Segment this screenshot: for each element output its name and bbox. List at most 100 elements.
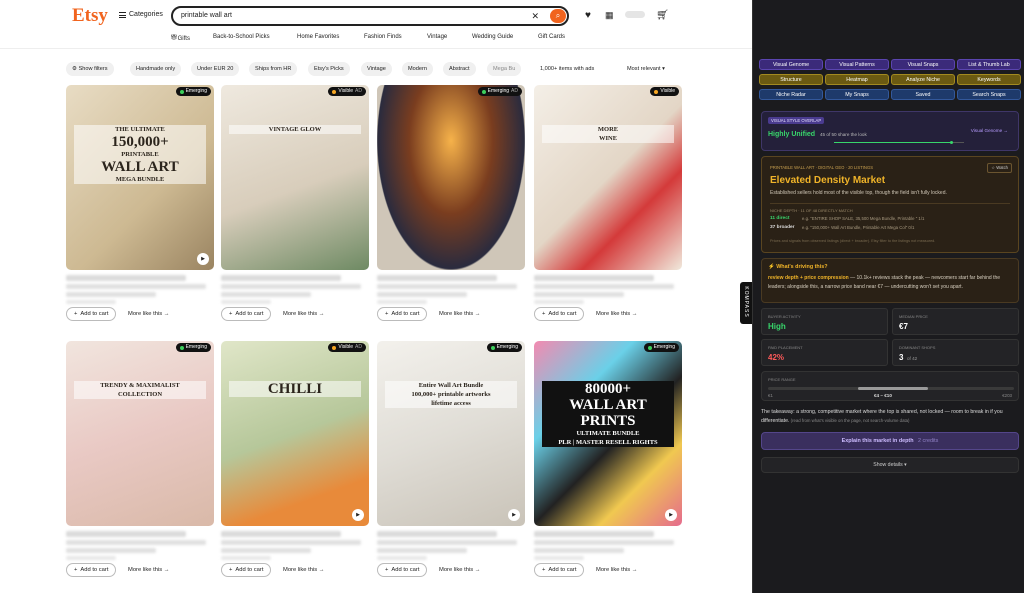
tool-button-row: Visual Genome Visual Patterns Visual Snaps… (759, 59, 1021, 70)
listing-card[interactable]: 80000+ WALL ART PRINTS ULTIMATE BUNDLE PLR |… (534, 341, 682, 577)
listing-thumbnail[interactable]: MORE WINE Visible (534, 85, 682, 270)
tool-button-visual-snaps[interactable]: Visual Snaps (891, 59, 955, 70)
search-input[interactable]: printable wall art (181, 12, 232, 19)
more-like-this-link[interactable]: More like this → (439, 563, 481, 577)
nav-item-gift-cards[interactable]: Gift Cards (538, 34, 565, 40)
more-like-this-link[interactable]: More like this → (596, 307, 638, 321)
add-to-cart-button[interactable]: + Add to cart (66, 307, 117, 321)
tool-button-analyze-niche[interactable]: Analyze Niche (891, 74, 955, 85)
listing-card[interactable]: MORE WINE Visible + Add to cart More like thi… (534, 85, 682, 321)
nav-item-gifts[interactable]: 🎁︎ Gifts (170, 34, 190, 42)
niche-depth-label: NICHE DEPTH · 11 OF 48 DIRECTLY MATCH (770, 208, 853, 213)
listing-card[interactable]: THE ULTIMATE 150,000+ PRINTABLE WALL ART MEG… (66, 85, 214, 321)
more-like-this-link[interactable]: More like this → (283, 563, 325, 577)
listing-card[interactable]: VINTAGE GLOW Visible AD + Add to cart More li… (221, 85, 369, 321)
nav-item-fashion-finds[interactable]: Fashion Finds (364, 34, 402, 40)
filter-chip-under-eur-20[interactable]: Under EUR 20 (191, 62, 240, 76)
add-to-cart-button[interactable]: + Add to cart (377, 307, 428, 321)
visual-genome-link[interactable]: Visual Genome → (971, 128, 1008, 133)
status-dot (179, 89, 184, 94)
tool-button-keywords[interactable]: Keywords (957, 74, 1021, 85)
filter-chip-modern[interactable]: Modern (402, 62, 433, 76)
more-like-this-link[interactable]: More like this → (128, 563, 170, 577)
play-icon[interactable]: ▶ (508, 509, 520, 521)
tool-button-visual-patterns[interactable]: Visual Patterns (825, 59, 889, 70)
filter-chip-etsys-picks[interactable]: Etsy's Picks (308, 62, 350, 76)
listing-thumbnail[interactable]: CHILLI Visible AD ▶ (221, 341, 369, 526)
status-dot (332, 89, 337, 94)
market-card: PRINTABLE WALL ART · DIGITAL GEO · 20 LI… (761, 156, 1019, 253)
kompass-side-tab[interactable]: KOMPASS (740, 282, 752, 324)
play-icon[interactable]: ▶ (665, 509, 677, 521)
heart-icon[interactable]: ♥ (585, 10, 591, 21)
tool-button-saved[interactable]: Saved (891, 89, 955, 100)
filter-chip-vintage[interactable]: Vintage (361, 62, 392, 76)
listing-thumbnail[interactable]: THE ULTIMATE 150,000+ PRINTABLE WALL ART MEG… (66, 85, 214, 270)
listing-meta-blurred (66, 275, 214, 304)
listing-card[interactable]: CHILLI Visible AD ▶ + Add to cart More like th… (221, 341, 369, 577)
watch-button[interactable]: ☆ Watch (987, 163, 1012, 173)
more-like-this-link[interactable]: More like this → (283, 307, 325, 321)
nav-item-wedding-guide[interactable]: Wedding Guide (472, 34, 513, 40)
nav-item-vintage[interactable]: Vintage (427, 34, 447, 40)
tool-button-search-snaps[interactable]: Search Snaps (957, 89, 1021, 100)
status-dot (490, 345, 495, 350)
add-to-cart-button[interactable]: + Add to cart (377, 563, 428, 577)
listing-card[interactable]: Entire Wall Art Bundle 100,000+ printable… (377, 341, 525, 577)
add-to-cart-button[interactable]: + Add to cart (221, 563, 272, 577)
market-divider (770, 203, 1010, 204)
more-like-this-link[interactable]: More like this → (128, 307, 170, 321)
avatar[interactable] (625, 11, 645, 18)
tool-button-visual-genome[interactable]: Visual Genome (759, 59, 823, 70)
show-details-button[interactable]: Show details ▾ (761, 457, 1019, 473)
cart-icon[interactable]: 🛒︎ (656, 10, 669, 21)
filter-chip-abstract[interactable]: Abstract (443, 62, 476, 76)
sort-dropdown[interactable]: Most relevant ▾ (627, 62, 665, 76)
stat-value: High (768, 322, 786, 331)
thumbnail-text-line: PLR | MASTER RESELL RIGHTS (542, 438, 674, 447)
categories-button[interactable]: Categories (119, 11, 163, 18)
explain-market-button[interactable]: Explain this market in depth 2 credits (761, 432, 1019, 450)
listing-actions: + Add to cart More like this → (66, 563, 214, 577)
add-to-cart-button[interactable]: + Add to cart (534, 307, 585, 321)
listing-thumbnail[interactable]: VINTAGE GLOW Visible AD (221, 85, 369, 270)
thumbnail-text-line: ULTIMATE BUNDLE (542, 429, 674, 438)
search-bar[interactable]: printable wall art ✕ ⌕ (171, 6, 569, 26)
listing-thumbnail[interactable]: TRENDY & MAXIMALIST COLLECTION Emerging (66, 341, 214, 526)
nav-item-home-favorites[interactable]: Home Favorites (297, 34, 339, 40)
filter-chip-handmade[interactable]: Handmade only (130, 62, 182, 76)
tool-button-heatmap[interactable]: Heatmap (825, 74, 889, 85)
search-icon[interactable]: ⌕ (550, 9, 566, 23)
add-to-cart-button[interactable]: + Add to cart (221, 307, 272, 321)
ad-label: AD (511, 88, 518, 94)
add-to-cart-button[interactable]: + Add to cart (534, 563, 585, 577)
add-to-cart-label: Add to cart (391, 567, 420, 573)
add-to-cart-button[interactable]: + Add to cart (66, 563, 117, 577)
tool-button-my-snaps[interactable]: My Snaps (825, 89, 889, 100)
tool-button-structure[interactable]: Structure (759, 74, 823, 85)
play-icon[interactable]: ▶ (197, 253, 209, 265)
trend-badge: Emerging (175, 87, 211, 96)
show-filters-button[interactable]: ⚙︎ Show filters (66, 62, 114, 76)
listing-meta-line (534, 275, 654, 281)
more-like-this-link[interactable]: More like this → (596, 563, 638, 577)
listing-meta-line (221, 548, 311, 553)
listing-card[interactable]: Emerging AD + Add to cart More like this → (377, 85, 525, 321)
categories-label: Categories (129, 11, 163, 18)
gift-icon[interactable]: ▦ (605, 10, 614, 21)
listing-thumbnail[interactable]: 80000+ WALL ART PRINTS ULTIMATE BUNDLE PLR |… (534, 341, 682, 526)
status-dot (654, 89, 659, 94)
more-like-this-link[interactable]: More like this → (439, 307, 481, 321)
listing-thumbnail[interactable]: Entire Wall Art Bundle 100,000+ printable… (377, 341, 525, 526)
play-icon[interactable]: ▶ (352, 509, 364, 521)
filter-chip-ships-from[interactable]: Ships from HR (249, 62, 298, 76)
tool-button-niche-radar[interactable]: Niche Radar (759, 89, 823, 100)
trend-badge-label: Emerging (185, 88, 207, 94)
etsy-logo[interactable]: Etsy (72, 5, 108, 27)
nav-item-back-to-school[interactable]: Back-to-School Picks (213, 34, 270, 40)
listing-card[interactable]: TRENDY & MAXIMALIST COLLECTION Emerging + Ad… (66, 341, 214, 577)
listing-thumbnail[interactable]: Emerging AD (377, 85, 525, 270)
clear-search-icon[interactable]: ✕ (531, 11, 539, 22)
tool-button-list-thumb-lab[interactable]: List & Thumb Lab (957, 59, 1021, 70)
filter-chip-mega-bundle[interactable]: Mega Bu (487, 62, 521, 76)
